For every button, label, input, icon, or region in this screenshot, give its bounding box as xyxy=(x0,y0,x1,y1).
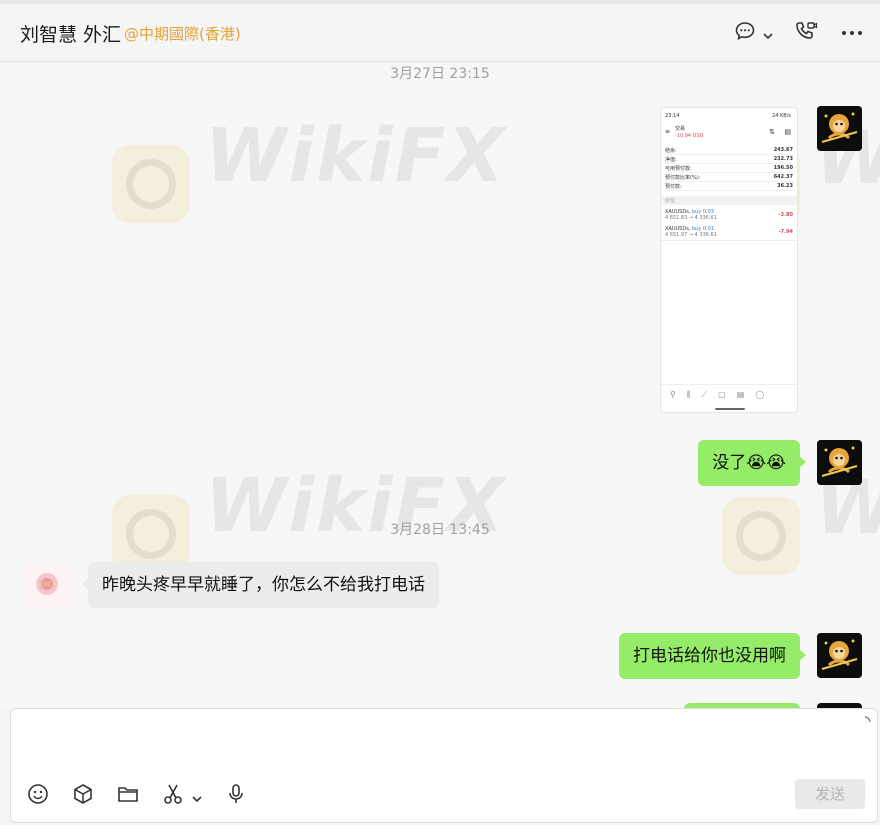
timestamp: 3月27日 23:15 xyxy=(390,66,490,82)
screenshot-row: 结余: 243.67 xyxy=(665,147,793,155)
contact-organization: @中期國際(香港) xyxy=(124,25,241,43)
screenshot-position-prices: 4 651.83 → 4 336.61 xyxy=(665,215,717,221)
chat-history[interactable]: WikiFX WikiFX WikiFX WikiFX 3月27日 23:15 … xyxy=(0,63,880,708)
screenshot-row: 可用预付款: 196.50 xyxy=(665,165,793,173)
screenshot-position-prices: 4 651.97 → 4 336.61 xyxy=(665,232,717,238)
more-options-icon[interactable] xyxy=(841,22,863,48)
my-avatar[interactable] xyxy=(817,440,862,485)
screenshot-row: 净值: 232.73 xyxy=(665,156,793,164)
screenshot-title: 交易 xyxy=(675,126,686,132)
screenshot-home-indicator xyxy=(715,408,745,410)
screenshot-tabbar-icons: ⚲⫼⟋▢▤◯ xyxy=(670,390,776,399)
screenshot-position-pl: -3.80 xyxy=(778,212,793,218)
watermark-text: WikiFX xyxy=(205,113,507,199)
screenshot-status-right: 24 KB/s xyxy=(772,113,791,119)
phone-video-icon[interactable] xyxy=(794,20,818,46)
screenshot-row: 预付款: 36.23 xyxy=(665,183,793,191)
chat-title: 刘智慧 外汇 xyxy=(20,24,122,46)
chat-bubble-icon[interactable] xyxy=(734,20,756,46)
screenshot-row: 预付款比率(%): 642.37 xyxy=(665,174,793,182)
folder-icon[interactable] xyxy=(117,783,139,809)
screenshot-position-pl: -7.94 xyxy=(778,229,793,235)
message-bubble-contact[interactable]: 昨晚头疼早早就睡了，你怎么不给我打电话 xyxy=(82,562,439,608)
chevron-down-icon[interactable] xyxy=(191,789,203,808)
image-message-screenshot[interactable]: 23:14 24 KB/s ≡ 交易 -10.94 USD ⇅ ▤ 结余: 243… xyxy=(660,107,798,413)
screenshot-sort-icon: ⇅ xyxy=(769,128,775,136)
emoji-icon[interactable] xyxy=(27,783,49,809)
screenshot-status-time: 23:14 xyxy=(665,113,680,119)
screenshot-tabbar-divider xyxy=(661,384,797,385)
chevron-down-icon[interactable] xyxy=(762,26,774,45)
box-icon[interactable] xyxy=(72,783,94,809)
message-bubble-me[interactable]: 没了😭😭 xyxy=(698,440,806,486)
screenshot-menu-icon: ≡ xyxy=(665,128,671,135)
loading-spinner-icon xyxy=(859,713,871,732)
watermark-logo xyxy=(112,145,190,223)
my-avatar[interactable] xyxy=(817,633,862,678)
screenshot-section-bar: 价位 xyxy=(661,196,797,205)
contact-avatar[interactable] xyxy=(25,562,70,607)
chat-header: 刘智慧 外汇 @中期國際(香港) xyxy=(0,4,880,62)
send-button[interactable]: 发送 xyxy=(795,779,865,809)
screenshot-divider xyxy=(661,240,797,241)
microphone-icon[interactable] xyxy=(225,783,247,809)
my-avatar[interactable] xyxy=(817,106,862,151)
scissors-icon[interactable] xyxy=(162,783,184,809)
message-composer[interactable]: 发送 xyxy=(10,708,878,823)
screenshot-doc-icon: ▤ xyxy=(784,128,791,136)
message-bubble-me[interactable]: 打电话给你也没用啊 xyxy=(619,633,806,679)
timestamp: 3月28日 13:45 xyxy=(390,522,490,538)
screenshot-balance: -10.94 USD xyxy=(675,133,704,139)
